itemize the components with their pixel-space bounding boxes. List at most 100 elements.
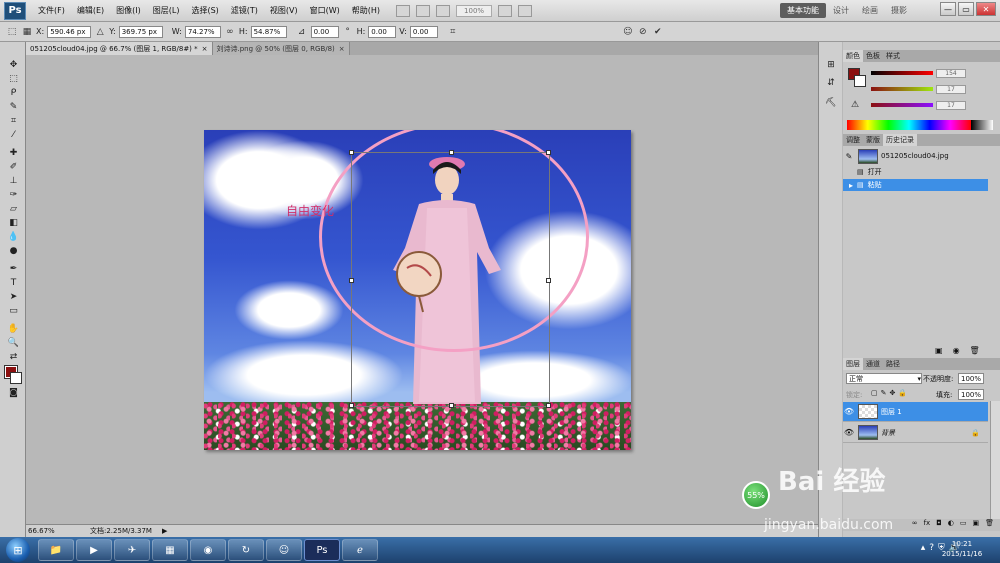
workspace-painting-link[interactable]: 绘画 [862, 5, 878, 16]
path-select-tool-icon[interactable]: ➤ [7, 292, 20, 302]
start-button[interactable]: ⊞ [6, 538, 30, 562]
visibility-eye-icon[interactable]: 👁 [843, 428, 855, 437]
tool-presets-icon[interactable]: ⛏ [825, 98, 837, 108]
zoom-level-select[interactable]: 100% [456, 4, 493, 17]
puppet-icon[interactable]: ☺ [622, 26, 634, 38]
layer-row-layer1[interactable]: 👁 图层 1 [843, 402, 988, 422]
tab-history[interactable]: 历史记录 [883, 134, 917, 146]
crop-tool-icon[interactable]: ⌗ [7, 116, 20, 126]
transform-handle[interactable] [546, 403, 551, 408]
canvas-area[interactable]: 自由变化 [26, 55, 818, 524]
panel-background-swatch[interactable] [854, 75, 866, 87]
y-field[interactable]: 369.75 px [118, 25, 163, 38]
menu-view[interactable]: 视图(V) [264, 5, 304, 16]
new-layer-icon[interactable]: ▣ [972, 519, 979, 531]
transform-handle[interactable] [449, 150, 454, 155]
dodge-tool-icon[interactable]: ● [7, 246, 20, 256]
clone-stamp-tool-icon[interactable]: ⊥ [7, 176, 20, 186]
blue-slider[interactable]: 17 [871, 100, 997, 110]
grayscale-ramp[interactable] [971, 120, 993, 130]
workspace-design-link[interactable]: 设计 [833, 5, 849, 16]
zoom-tool-icon[interactable]: 🔍 [7, 338, 20, 348]
cancel-transform-icon[interactable]: ⊘ [637, 26, 649, 38]
tab-paths[interactable]: 路径 [883, 358, 903, 370]
transform-handle[interactable] [349, 150, 354, 155]
green-value[interactable]: 17 [936, 84, 966, 94]
god-of-wealth-icon[interactable]: ☺ [266, 539, 302, 561]
close-button[interactable]: ✕ [976, 2, 996, 16]
h-field[interactable]: 54.87% [250, 25, 287, 38]
tab-channels[interactable]: 通道 [863, 358, 883, 370]
new-snapshot-icon[interactable]: ◉ [953, 346, 960, 355]
delete-state-icon[interactable]: 🗑 [970, 346, 980, 355]
green-track[interactable] [871, 87, 933, 91]
network-icon[interactable]: ▴ [921, 543, 926, 553]
marquee-tool-icon[interactable]: ⬚ [7, 74, 20, 84]
status-menu-arrow-icon[interactable]: ▶ [162, 527, 167, 535]
layer-name[interactable]: 图层 1 [881, 407, 902, 417]
lock-icons[interactable]: ▢✎✥🔒 [871, 389, 910, 397]
restore-button[interactable]: ▭ [958, 2, 974, 16]
tab-color[interactable]: 颜色 [843, 50, 863, 62]
eraser-tool-icon[interactable]: ▱ [7, 204, 20, 214]
transform-handle[interactable] [349, 278, 354, 283]
arrange-docs-button[interactable] [498, 4, 513, 17]
tab-close-icon[interactable]: × [202, 45, 208, 53]
blue-value[interactable]: 17 [936, 100, 966, 110]
menu-file[interactable]: 文件(F) [32, 5, 71, 16]
menu-image[interactable]: 图像(I) [110, 5, 147, 16]
vskew-field[interactable]: 0.00 [409, 25, 438, 38]
mini-bridge-button[interactable] [416, 4, 431, 17]
internet-explorer-icon[interactable]: ℯ [342, 539, 378, 561]
tab-styles[interactable]: 样式 [883, 50, 903, 62]
history-brush-tool-icon[interactable]: ✑ [7, 190, 20, 200]
pen-tool-icon[interactable]: ✒ [7, 264, 20, 274]
menu-layer[interactable]: 图层(L) [147, 5, 186, 16]
tab-masks[interactable]: 蒙版 [863, 134, 883, 146]
link-icon[interactable]: ∞ [224, 26, 236, 38]
transform-handle[interactable] [546, 278, 551, 283]
layers-scrollbar[interactable] [990, 401, 1000, 519]
hskew-field[interactable]: 0.00 [368, 25, 397, 38]
red-value[interactable]: 154 [936, 68, 966, 78]
menu-select[interactable]: 选择(S) [185, 5, 224, 16]
bird-app-icon[interactable]: ✈ [114, 539, 150, 561]
healing-brush-tool-icon[interactable]: ✚ [7, 148, 20, 158]
menu-edit[interactable]: 编辑(E) [71, 5, 110, 16]
transform-handle[interactable] [546, 150, 551, 155]
media-player-icon[interactable]: ▶ [76, 539, 112, 561]
explorer-icon[interactable]: 📁 [38, 539, 74, 561]
workspace-photography-link[interactable]: 摄影 [891, 5, 907, 16]
hand-tool-icon[interactable]: ✋ [7, 324, 20, 334]
fill-field[interactable]: 100% [958, 389, 984, 400]
minimize-button[interactable]: — [940, 2, 956, 16]
w-field[interactable]: 74.27% [184, 25, 221, 38]
lasso-tool-icon[interactable]: ᑭ [7, 88, 20, 98]
opacity-field[interactable]: 100% [958, 373, 984, 384]
gradient-tool-icon[interactable]: ◧ [7, 218, 20, 228]
tab-cloud-document[interactable]: 051205cloud04.jpg @ 66.7% (图层 1, RGB/8#)… [26, 42, 213, 55]
green-slider[interactable]: 17 [871, 84, 997, 94]
blue-track[interactable] [871, 103, 933, 107]
warning-icon[interactable]: ⚠ [851, 100, 859, 110]
delta-icon[interactable]: △ [94, 26, 106, 38]
commit-transform-icon[interactable]: ✔ [652, 26, 664, 38]
delete-layer-icon[interactable]: 🗑 [985, 519, 994, 531]
red-track[interactable] [871, 71, 933, 75]
blend-mode-select[interactable]: 正常 ▾ [846, 373, 922, 384]
menu-filter[interactable]: 滤镜(T) [225, 5, 264, 16]
shape-tool-icon[interactable]: ▭ [7, 306, 20, 316]
clock[interactable]: 10:21 2015/11/16 [936, 539, 988, 559]
tab-close-icon[interactable]: × [339, 45, 345, 53]
blur-tool-icon[interactable]: 💧 [7, 232, 20, 242]
eyedropper-tool-icon[interactable]: ⁄ [7, 130, 20, 140]
layer-name[interactable]: 背景 [881, 428, 895, 438]
tab-adjustments[interactable]: 调整 [843, 134, 863, 146]
history-snapshot[interactable]: ✎ 051205cloud04.jpg [843, 148, 988, 164]
help-icon[interactable]: ? [929, 543, 934, 553]
history-step-open[interactable]: ▤ 打开 [843, 166, 988, 178]
transform-tool-icon[interactable]: ⬚ [6, 26, 18, 38]
tab-portrait-document[interactable]: 刘诗诗.png @ 50% (图层 0, RGB/8) × [212, 42, 350, 55]
color-spectrum[interactable] [847, 120, 971, 130]
quick-select-tool-icon[interactable]: ✎ [7, 102, 20, 112]
